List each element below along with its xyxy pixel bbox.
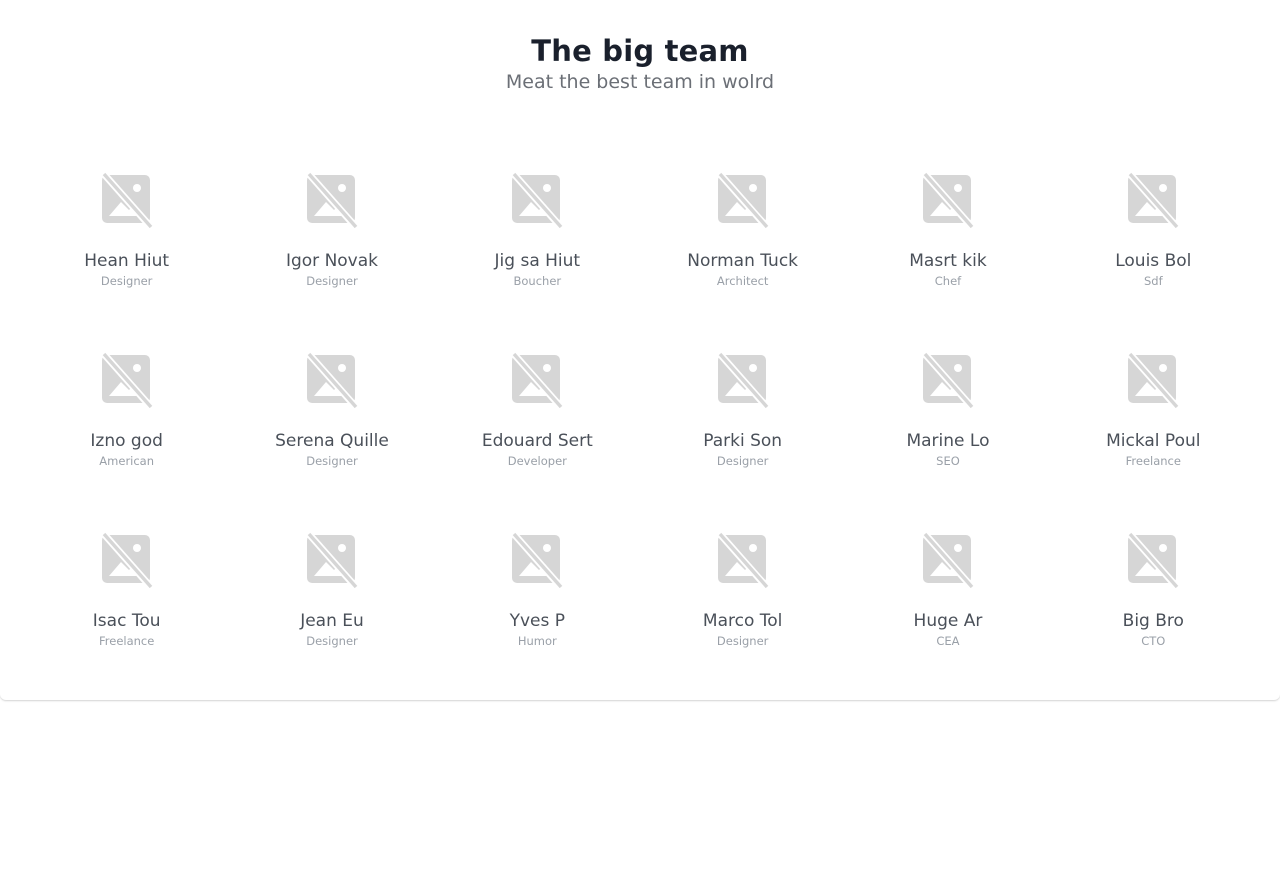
team-member: Hean Hiut Designer bbox=[24, 172, 229, 352]
team-member: Serena Quille Designer bbox=[229, 352, 434, 532]
team-member: Louis Bol Sdf bbox=[1051, 172, 1256, 352]
broken-image-icon bbox=[101, 172, 152, 228]
broken-image-icon bbox=[306, 532, 358, 588]
member-role: Developer bbox=[507, 454, 567, 468]
member-name: Izno god bbox=[90, 431, 163, 451]
broken-image-icon bbox=[511, 532, 563, 588]
team-member: Norman Tuck Architect bbox=[640, 172, 845, 352]
broken-image-icon bbox=[717, 532, 768, 588]
member-name: Hean Hiut bbox=[84, 251, 170, 271]
member-role: Designer bbox=[716, 634, 769, 648]
page-title: The big team bbox=[531, 34, 749, 68]
team-member: Edouard Sert Developer bbox=[435, 352, 640, 532]
member-name: Serena Quille bbox=[275, 431, 389, 451]
member-role: Freelance bbox=[98, 634, 155, 648]
broken-image-icon bbox=[922, 172, 974, 228]
team-member: Parki Son Designer bbox=[640, 352, 845, 532]
member-role: CTO bbox=[1141, 634, 1166, 648]
broken-image-icon bbox=[101, 352, 152, 408]
team-member: Izno god American bbox=[24, 352, 229, 532]
member-name: Mickal Poul bbox=[1106, 431, 1201, 451]
member-role: Architect bbox=[716, 274, 769, 288]
member-name: Parki Son bbox=[703, 431, 783, 451]
team-member: Marine Lo SEO bbox=[845, 352, 1050, 532]
member-role: Boucher bbox=[513, 274, 562, 288]
member-role: Designer bbox=[100, 274, 153, 288]
member-role: Designer bbox=[306, 634, 358, 648]
member-role: Designer bbox=[306, 274, 358, 288]
member-name: Norman Tuck bbox=[687, 251, 799, 271]
member-name: Isac Tou bbox=[92, 611, 161, 631]
team-member: Mickal Poul Freelance bbox=[1051, 352, 1256, 532]
member-role: American bbox=[99, 454, 155, 468]
page-subtitle: Meat the best team in wolrd bbox=[505, 71, 775, 93]
broken-image-icon bbox=[922, 352, 974, 408]
member-role: SEO bbox=[936, 454, 960, 468]
team-member: Masrt kik Chef bbox=[845, 172, 1050, 352]
broken-image-icon bbox=[1127, 352, 1179, 408]
team-grid: Hean Hiut Designer Igor Novak Designer J… bbox=[24, 172, 1256, 712]
team-member: Marco Tol Designer bbox=[640, 532, 845, 712]
member-name: Marco Tol bbox=[702, 611, 783, 631]
member-name: Marine Lo bbox=[906, 431, 990, 451]
broken-image-icon bbox=[1127, 172, 1179, 228]
team-member: Jean Eu Designer bbox=[229, 532, 434, 712]
team-member: Huge Ar CEA bbox=[845, 532, 1050, 712]
team-member: Yves P Humor bbox=[435, 532, 640, 712]
broken-image-icon bbox=[306, 352, 358, 408]
member-role: Humor bbox=[517, 634, 557, 648]
team-header: The big team Meat the best team in wolrd bbox=[0, 0, 1280, 95]
member-name: Jean Eu bbox=[300, 611, 364, 631]
team-member: Big Bro CTO bbox=[1051, 532, 1256, 712]
broken-image-icon bbox=[922, 532, 974, 588]
member-role: Designer bbox=[716, 454, 769, 468]
member-name: Huge Ar bbox=[913, 611, 983, 631]
member-name: Igor Novak bbox=[285, 251, 379, 271]
broken-image-icon bbox=[511, 352, 563, 408]
member-role: Designer bbox=[306, 454, 358, 468]
broken-image-icon bbox=[1127, 532, 1179, 588]
member-name: Louis Bol bbox=[1115, 251, 1192, 271]
member-role: CEA bbox=[936, 634, 960, 648]
broken-image-icon bbox=[717, 352, 768, 408]
member-role: Chef bbox=[934, 274, 962, 288]
member-name: Masrt kik bbox=[909, 251, 987, 271]
broken-image-icon bbox=[306, 172, 358, 228]
member-role: Freelance bbox=[1125, 454, 1181, 468]
team-member: Jig sa Hiut Boucher bbox=[435, 172, 640, 352]
team-card: The big team Meat the best team in wolrd… bbox=[0, 0, 1280, 700]
member-name: Jig sa Hiut bbox=[494, 251, 581, 271]
team-member: Isac Tou Freelance bbox=[24, 532, 229, 712]
broken-image-icon bbox=[717, 172, 768, 228]
member-name: Edouard Sert bbox=[481, 431, 593, 451]
broken-image-icon bbox=[101, 532, 152, 588]
member-name: Yves P bbox=[509, 611, 566, 631]
member-name: Big Bro bbox=[1122, 611, 1184, 631]
member-role: Sdf bbox=[1143, 274, 1163, 288]
broken-image-icon bbox=[511, 172, 563, 228]
team-member: Igor Novak Designer bbox=[229, 172, 434, 352]
